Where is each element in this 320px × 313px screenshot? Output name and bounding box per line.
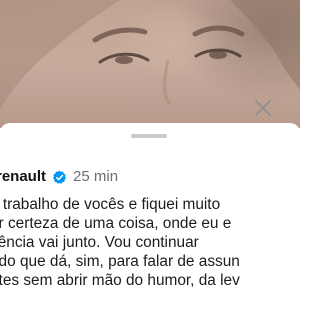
caption-line: ntes sem abrir mão do humor, da lev	[0, 272, 240, 289]
caption-line: sência vai junto. Vou continuar	[0, 234, 199, 251]
post-meta: renault 25 min	[0, 166, 118, 188]
close-icon	[255, 100, 271, 116]
verified-badge-icon	[52, 170, 67, 185]
caption-line: o trabalho de vocês e fiquei muito	[0, 196, 221, 213]
username[interactable]: renault	[0, 167, 46, 187]
close-button[interactable]	[251, 96, 275, 120]
caption-line: ndo que dá, sim, para falar de assun	[0, 253, 240, 270]
sheet-grabber[interactable]	[131, 134, 167, 138]
caption-line: er certeza de uma coisa, onde eu e	[0, 215, 232, 232]
post-caption: o trabalho de vocês e fiquei muito er ce…	[0, 195, 320, 290]
post-timestamp: 25 min	[73, 168, 119, 185]
